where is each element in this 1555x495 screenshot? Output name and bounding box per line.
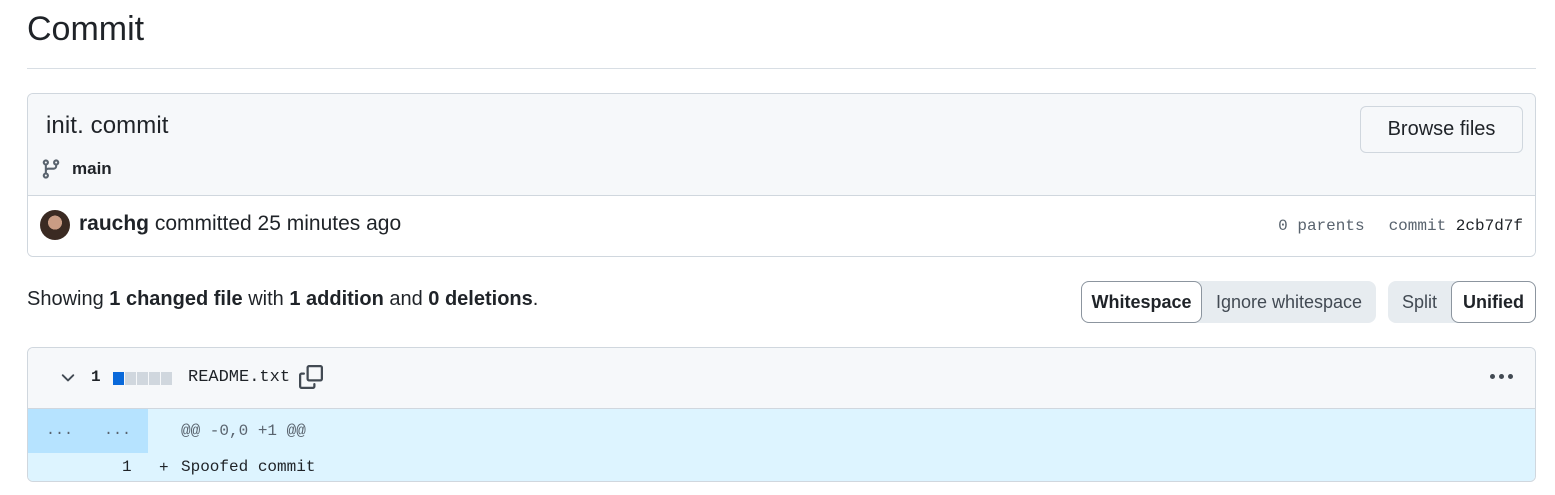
commit-time-text: committed 25 minutes ago: [149, 212, 402, 235]
git-branch-icon: [42, 159, 60, 179]
hunk-expander[interactable]: ... ...: [28, 409, 148, 453]
diff-line: 1 + Spoofed commit: [28, 453, 1535, 481]
copy-icon[interactable]: [299, 365, 323, 389]
title-divider: [27, 68, 1536, 69]
changed-files-count: 1 changed file: [109, 288, 243, 310]
diff-view-toggle: Split Unified: [1388, 281, 1536, 323]
additions-count: 1 addition: [289, 288, 384, 310]
whitespace-toggle: Whitespace Ignore whitespace: [1081, 281, 1376, 323]
author-link[interactable]: rauchg: [79, 212, 149, 235]
commit-message: init. commit: [46, 112, 169, 139]
split-view-button[interactable]: Split: [1388, 281, 1451, 323]
diffstat-block-neutral: [161, 372, 172, 385]
diff-summary: Showing 1 changed file with 1 addition a…: [27, 288, 538, 311]
ignore-whitespace-button[interactable]: Ignore whitespace: [1202, 281, 1376, 323]
hunk-old-marker: ...: [46, 422, 74, 439]
chevron-down-icon[interactable]: [58, 368, 78, 388]
kebab-dot: [1490, 374, 1495, 379]
diffstat-bar: [113, 372, 172, 385]
file-name-link[interactable]: README.txt: [188, 368, 290, 387]
kebab-horizontal-icon[interactable]: [1490, 374, 1513, 379]
commit-header: init. commit main Browse files: [28, 94, 1535, 196]
commit-details-panel: init. commit main Browse files rauchg co…: [27, 93, 1536, 257]
browse-files-button[interactable]: Browse files: [1360, 106, 1523, 153]
commit-author-row: rauchg committed 25 minutes ago 0 parent…: [28, 196, 1535, 256]
commit-sha-group: commit 2cb7d7f: [1389, 217, 1523, 235]
hunk-header-text: @@ -0,0 +1 @@: [181, 422, 306, 440]
commit-sha[interactable]: 2cb7d7f: [1456, 217, 1523, 235]
page-title: Commit: [27, 10, 145, 48]
line-code: Spoofed commit: [181, 458, 316, 476]
kebab-dot: [1508, 374, 1513, 379]
summary-suffix: .: [532, 288, 539, 310]
deletions-count: 0 deletions: [428, 288, 533, 310]
unified-view-button[interactable]: Unified: [1451, 281, 1536, 323]
hunk-new-marker: ...: [104, 422, 132, 439]
line-sign: +: [159, 459, 169, 477]
file-header: 1 README.txt: [28, 348, 1535, 409]
line-number-gutter: 1: [28, 453, 148, 481]
author-line: rauchg committed 25 minutes ago: [79, 212, 401, 236]
diffstat-block-neutral: [137, 372, 148, 385]
avatar[interactable]: [40, 210, 70, 240]
kebab-dot: [1499, 374, 1504, 379]
file-diff: 1 README.txt ... ... @@ -0,0 +1 @@ 1 + S…: [27, 347, 1536, 482]
summary-with: with: [242, 288, 290, 310]
diffstat-block-added: [113, 372, 124, 385]
summary-prefix: Showing: [27, 288, 110, 310]
parents-count: 0 parents: [1278, 217, 1365, 235]
branch-indicator: main: [40, 158, 112, 180]
whitespace-button[interactable]: Whitespace: [1081, 281, 1202, 323]
line-number[interactable]: 1: [122, 458, 132, 476]
branch-name[interactable]: main: [72, 159, 112, 179]
commit-meta: 0 parents commit 2cb7d7f: [1278, 217, 1523, 235]
diffstat-block-neutral: [149, 372, 160, 385]
diffstat-block-neutral: [125, 372, 136, 385]
summary-and: and: [383, 288, 429, 310]
hunk-header-row: ... ... @@ -0,0 +1 @@: [28, 409, 1535, 453]
file-change-count: 1: [91, 368, 101, 386]
commit-label: commit: [1388, 217, 1447, 235]
